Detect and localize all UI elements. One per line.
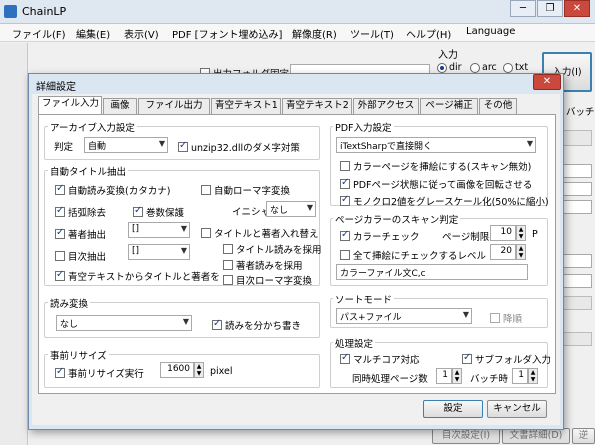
maximize-button[interactable]: ❐ xyxy=(537,0,563,17)
author-extract-checkbox[interactable]: 著者抽出 xyxy=(55,227,106,241)
page-limit-unit: P xyxy=(532,229,538,240)
concurrent-pages-spinner[interactable]: ▲ ▼ xyxy=(452,368,462,384)
auto-read-checkbox[interactable]: 自動読み変換(カタカナ) xyxy=(55,183,170,197)
all-insert-checkbox[interactable]: 全て挿絵にチェックするレベル xyxy=(340,248,486,262)
resize-spinner[interactable]: ▲ ▼ xyxy=(194,362,204,378)
menu-edit[interactable]: 編集(E) xyxy=(76,26,110,41)
page-limit-spinner[interactable]: ▲ ▼ xyxy=(516,225,526,241)
close-button[interactable]: ✕ xyxy=(564,0,590,17)
main-left-frame xyxy=(0,43,28,445)
swap-checkbox[interactable]: タイトルと著者入れ替え xyxy=(201,226,319,240)
process-group-title: 処理設定 xyxy=(333,336,376,350)
pdf-group-title: PDF入力設定 xyxy=(333,120,394,134)
page-limit-field[interactable]: 10 xyxy=(490,225,516,241)
reverse-button[interactable]: 逆 xyxy=(572,428,595,444)
pdf-rotate-checkbox[interactable]: PDFページ状態に従って画像を回転させる xyxy=(340,177,532,191)
color-filename-field[interactable]: カラーファイル文C,c xyxy=(336,264,528,280)
concurrent-pages-label: 同時処理ページ数 xyxy=(352,374,428,385)
batch-time-label: バッチ時 xyxy=(470,374,509,385)
tab-image[interactable]: 画像 xyxy=(103,98,137,114)
reading-group-title: 読み変換 xyxy=(48,296,91,310)
document-detail-button[interactable]: 文書詳細(D) xyxy=(502,428,570,444)
toc-settings-button[interactable]: 目次設定(I) xyxy=(432,428,500,444)
resize-value-field[interactable]: 1600 xyxy=(160,362,194,378)
toc-roma-checkbox[interactable]: 目次ローマ字変換 xyxy=(223,273,312,287)
reading-split-checkbox[interactable]: 読みを分かち書き xyxy=(212,318,301,332)
menu-tools[interactable]: ツール(T) xyxy=(350,26,394,41)
batch-time-spinner[interactable]: ▲ ▼ xyxy=(528,368,538,384)
dialog-title: 詳細設定 xyxy=(36,82,76,93)
sort-select[interactable]: パス+ファイル ▼ xyxy=(336,308,472,324)
initial-select[interactable]: なし ▼ xyxy=(266,201,316,217)
ok-button[interactable]: 設定 xyxy=(423,400,483,418)
tab-file-input[interactable]: ファイル入力 xyxy=(38,96,102,115)
radio-dir[interactable]: dir xyxy=(437,62,462,73)
archive-group-title: アーカイブ入力設定 xyxy=(48,120,137,134)
color-check-checkbox[interactable]: カラーチェック xyxy=(340,229,420,243)
app-title: ChainLP xyxy=(22,5,67,18)
volume-keep-checkbox[interactable]: 巻数保護 xyxy=(133,205,184,219)
judge-select[interactable]: 自動 ▼ xyxy=(84,137,168,153)
radio-txt[interactable]: txt xyxy=(503,62,528,73)
sort-desc-checkbox[interactable]: 降順 xyxy=(490,311,522,325)
toc-extract-checkbox[interactable]: 目次抽出 xyxy=(55,249,106,263)
radio-arc[interactable]: arc xyxy=(470,62,497,73)
right-panel-controls xyxy=(562,120,595,420)
tab-other[interactable]: その他 xyxy=(479,98,517,114)
app-icon xyxy=(4,5,17,18)
resize-unit: pixel xyxy=(210,366,233,377)
resize-group-title: 事前リサイズ xyxy=(48,348,109,362)
auto-roma-checkbox[interactable]: 自動ローマ字変換 xyxy=(201,183,290,197)
judge-label: 判定 xyxy=(54,142,74,153)
pdf-mode-select[interactable]: iTextSharpで直接開く ▼ xyxy=(336,137,536,153)
tab-aozora1[interactable]: 青空テキスト1 xyxy=(211,98,281,114)
batch-time-field[interactable]: 1 xyxy=(512,368,528,384)
toc-select[interactable]: [] ▼ xyxy=(128,244,190,260)
input-label: 入力 xyxy=(438,50,458,61)
tab-external-access[interactable]: 外部アクセス xyxy=(353,98,419,114)
tab-aozora2[interactable]: 青空テキスト2 xyxy=(282,98,352,114)
grayscale-checkbox[interactable]: モノクロ2値をグレースケール化(50%に縮小) xyxy=(340,194,549,208)
batch-label: バッチ xyxy=(566,107,595,118)
menu-pdf[interactable]: PDF [フォント埋め込み] xyxy=(172,26,282,41)
sort-group-title: ソートモード xyxy=(333,292,395,306)
colorscan-group-title: ページカラーのスキャン判定 xyxy=(333,212,461,226)
menu-language[interactable]: Language xyxy=(466,26,515,37)
subfolder-checkbox[interactable]: サブフォルダ入力 xyxy=(462,352,551,366)
menu-view[interactable]: 表示(V) xyxy=(124,26,159,41)
menu-help[interactable]: ヘルプ(H) xyxy=(406,26,451,41)
tab-page-correction[interactable]: ページ補正 xyxy=(420,98,478,114)
author-read-checkbox[interactable]: 著者読みを採用 xyxy=(223,258,303,272)
dialog-close-button[interactable]: ✕ xyxy=(533,74,561,90)
bracket-remove-checkbox[interactable]: 括弧除去 xyxy=(55,205,106,219)
aozora-title-checkbox[interactable]: 青空テキストからタイトルと著者を xyxy=(55,269,220,283)
minimize-button[interactable]: ─ xyxy=(510,0,536,17)
tab-file-output[interactable]: ファイル出力 xyxy=(138,98,210,114)
menu-resolution[interactable]: 解像度(R) xyxy=(292,26,337,41)
title-read-checkbox[interactable]: タイトル読みを採用 xyxy=(223,242,322,256)
menu-file[interactable]: ファイル(F) xyxy=(12,26,66,41)
author-select[interactable]: [] ▼ xyxy=(128,222,190,238)
level-spinner[interactable]: ▲ ▼ xyxy=(516,244,526,260)
level-field[interactable]: 20 xyxy=(490,244,516,260)
multicore-checkbox[interactable]: マルチコア対応 xyxy=(340,352,420,366)
reading-select[interactable]: なし ▼ xyxy=(56,315,192,331)
insert-color-checkbox[interactable]: カラーページを挿絵にする(スキャン無効) xyxy=(340,159,531,173)
resize-run-checkbox[interactable]: 事前リサイズ実行 xyxy=(55,366,144,380)
menu-bar: ファイル(F) 編集(E) 表示(V) PDF [フォント埋め込み] 解像度(R… xyxy=(0,24,595,42)
autotitle-group-title: 自動タイトル抽出 xyxy=(48,164,129,178)
cancel-button[interactable]: キャンセル xyxy=(487,400,547,418)
page-limit-label: ページ制限 xyxy=(442,232,490,243)
concurrent-pages-field[interactable]: 1 xyxy=(436,368,452,384)
unzip-checkbox[interactable]: unzip32.dllのダメ字対策 xyxy=(178,140,300,154)
app-titlebar: ChainLP ─ ❐ ✕ xyxy=(0,0,595,24)
